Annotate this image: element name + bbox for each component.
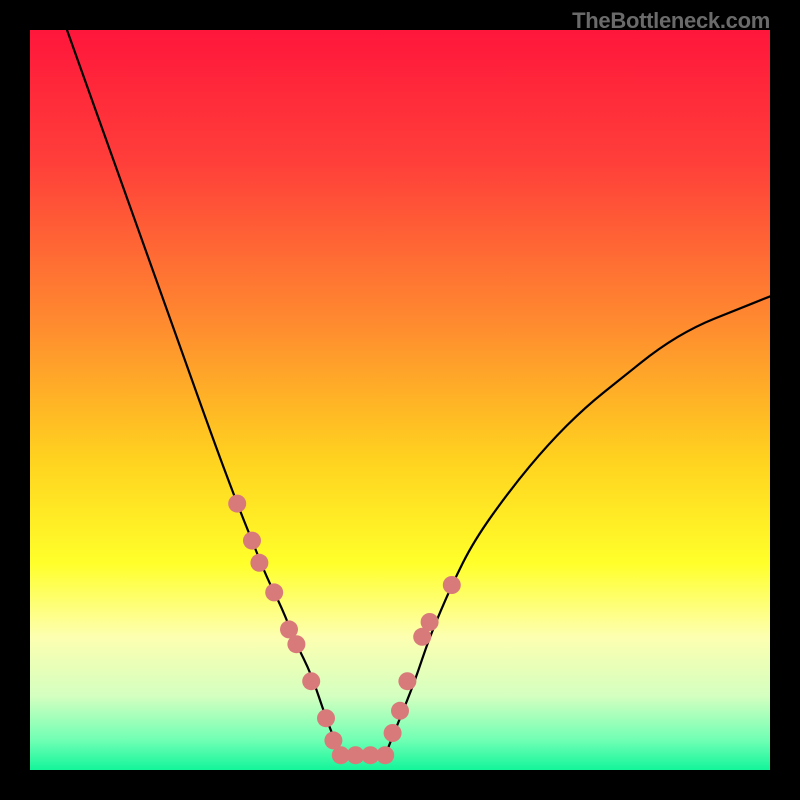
marker-point (376, 746, 394, 764)
marker-point (443, 576, 461, 594)
chart-container: TheBottleneck.com (0, 0, 800, 800)
marker-point (228, 495, 246, 513)
marker-point (421, 613, 439, 631)
marker-point (302, 672, 320, 690)
marker-point (317, 709, 335, 727)
marker-point (250, 554, 268, 572)
marker-point (287, 635, 305, 653)
plot-area (30, 30, 770, 770)
marker-point (384, 724, 402, 742)
marker-point (391, 702, 409, 720)
marker-point (265, 583, 283, 601)
marker-point (243, 532, 261, 550)
chart-svg (30, 30, 770, 770)
marker-point (398, 672, 416, 690)
gradient-background (30, 30, 770, 770)
